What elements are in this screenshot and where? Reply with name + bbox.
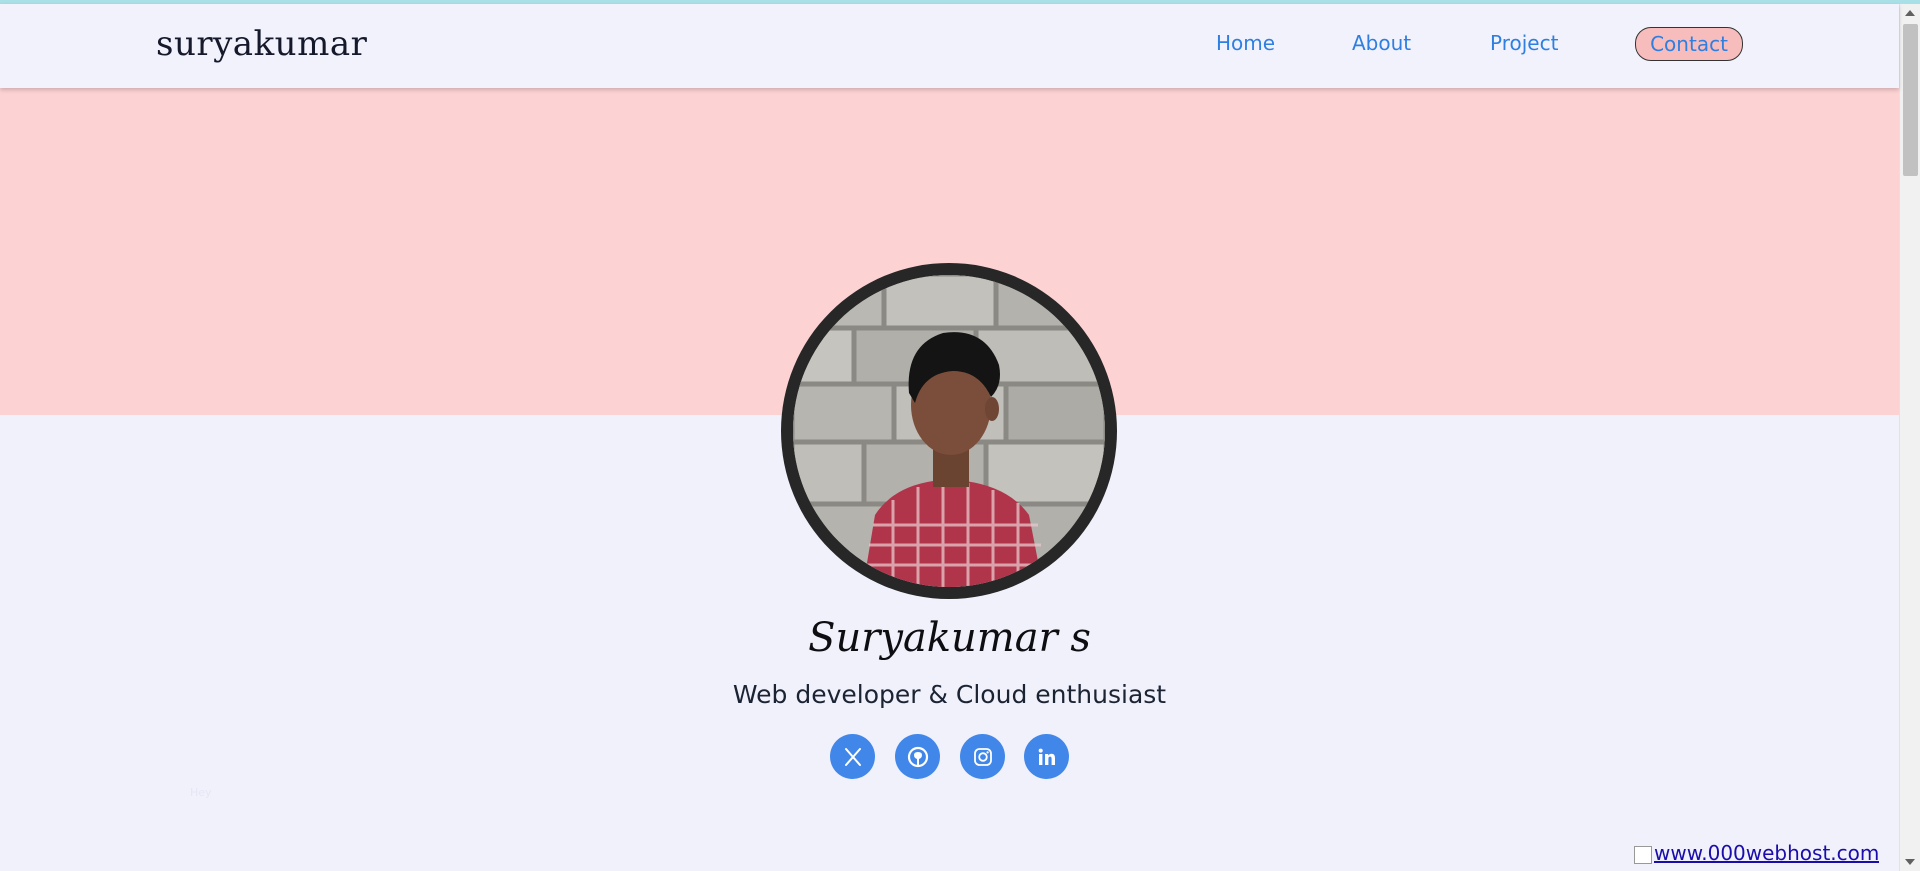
linkedin-icon (1037, 747, 1057, 767)
linkedin-social-button[interactable] (1024, 734, 1069, 779)
webhost-link-text: www.000webhost.com (1654, 841, 1880, 865)
x-twitter-icon (843, 747, 863, 767)
scroll-up-arrow-icon[interactable] (1905, 10, 1915, 16)
profile-avatar (781, 263, 1117, 599)
nav-contact-button[interactable]: Contact (1635, 27, 1743, 61)
brand-logo[interactable]: suryakumar (156, 24, 367, 64)
faint-hidden-text: Hey (190, 786, 212, 799)
nav-about-link[interactable]: About (1352, 31, 1411, 55)
instagram-social-button[interactable] (960, 734, 1005, 779)
profile-tagline: Web developer & Cloud enthusiast (732, 680, 1167, 709)
vertical-scrollbar[interactable] (1899, 4, 1920, 871)
x-twitter-social-button[interactable] (830, 734, 875, 779)
broken-image-icon (1634, 845, 1652, 864)
nav-home-link[interactable]: Home (1216, 31, 1275, 55)
nav-project-link[interactable]: Project (1490, 31, 1558, 55)
instagram-icon (973, 747, 993, 767)
profile-name: Suryakumar s (808, 615, 1091, 661)
github-icon (907, 746, 929, 768)
scrollbar-thumb[interactable] (1903, 24, 1918, 176)
scroll-down-arrow-icon[interactable] (1905, 859, 1915, 865)
webhost-badge-link[interactable]: www.000webhost.com (1634, 841, 1879, 871)
navbar: suryakumar Home About Project Contact (0, 4, 1899, 88)
github-social-button[interactable] (895, 734, 940, 779)
profile-photo (793, 275, 1105, 587)
